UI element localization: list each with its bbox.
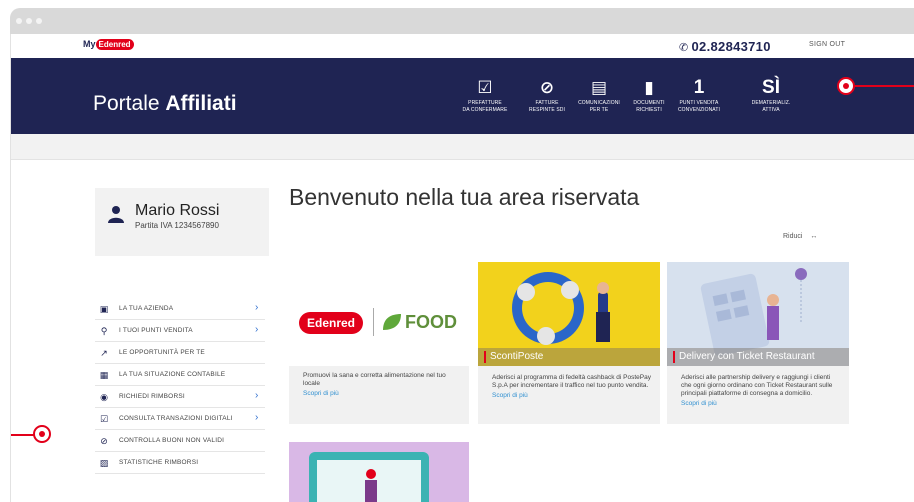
card-caption: ScontiPoste — [478, 348, 660, 366]
sidebar-item-rimborsi[interactable]: ◉ RICHIEDI RIMBORSI › — [95, 386, 265, 408]
sign-out-link[interactable]: SIGN OUT — [809, 41, 845, 48]
stat-label-line1: DEMATERIALIZ. — [751, 100, 791, 106]
location-pin-icon: ⚲ — [100, 326, 108, 336]
portal-title: Portale Affiliati — [93, 92, 237, 116]
card-description: Aderisci al programma di fedeltà cashbac… — [492, 374, 652, 400]
card-description-text: Aderisci al programma di fedeltà cashbac… — [492, 374, 651, 389]
sidebar-item-opportunita[interactable]: ↗ LE OPPORTUNITÀ PER TE — [95, 342, 265, 364]
portal-title-bold: Affiliati — [165, 92, 237, 115]
logo-my-text: My — [83, 39, 96, 49]
sidebar-item-punti-vendita[interactable]: ⚲ I TUOI PUNTI VENDITA › — [95, 320, 265, 342]
scontiposte-card-image: ScontiPoste — [478, 262, 660, 366]
portal-title-light: Portale — [93, 92, 166, 115]
promo-card-scontiposte[interactable]: ScontiPoste Aderisci al programma di fed… — [478, 262, 660, 424]
stat-label-line2: CONVENZIONATI — [677, 107, 721, 113]
sidebar-item-buoni-non-validi[interactable]: ⊘ CONTROLLA BUONI NON VALIDI — [95, 430, 265, 452]
edenred-logo: Edenred — [299, 312, 364, 334]
page-title: Benvenuto nella tua area riservata — [289, 184, 640, 210]
card-caption: Delivery con Ticket Restaurant — [667, 348, 849, 366]
sidebar-item-transazioni-digitali[interactable]: ☑ CONSULTA TRANSAZIONI DIGITALI › — [95, 408, 265, 430]
phone-text: 02.82843710 — [691, 39, 771, 54]
page-frame: My Edenred ✆ 02.82843710 SIGN OUT Portale … — [10, 34, 914, 502]
promo-card-food[interactable]: Edenred FOOD Promuovi la sana e corretta… — [289, 262, 469, 424]
collapse-toggle[interactable]: Riduci ↔ — [783, 233, 817, 240]
stat-value: SÌ — [762, 77, 780, 98]
delivery-card-image: Delivery con Ticket Restaurant — [667, 262, 849, 366]
chart-icon: ▨ — [99, 458, 109, 468]
promo-card-delivery[interactable]: Delivery con Ticket Restaurant Aderisci … — [667, 262, 849, 424]
callout-marker — [33, 425, 51, 443]
promo-card-partial[interactable] — [289, 442, 469, 502]
phone-icon: ✆ — [679, 42, 689, 54]
user-icon — [108, 206, 124, 223]
sidebar-item-label: CONSULTA TRANSAZIONI DIGITALI — [119, 415, 233, 422]
callout-line — [855, 85, 914, 87]
callout-marker — [837, 77, 855, 95]
discover-more-link[interactable]: Scopri di più — [303, 390, 461, 398]
sidebar-item-label: RICHIEDI RIMBORSI — [119, 393, 185, 400]
logo-divider — [373, 308, 374, 336]
card-description: Aderisci alle partnership delivery e rag… — [681, 374, 841, 408]
sidebar-item-label: CONTROLLA BUONI NON VALIDI — [119, 437, 225, 444]
check-box-icon: ☑ — [99, 414, 109, 424]
sidebar-menu: ▣ LA TUA AZIENDA › ⚲ I TUOI PUNTI VENDIT… — [95, 298, 265, 474]
stat-punti-vendita[interactable]: 1 PUNTI VENDITA CONVENZIONATI — [663, 76, 735, 114]
trend-icon: ↗ — [100, 348, 108, 358]
user-vat: Partita IVA 1234567890 — [135, 221, 219, 230]
stat-value: 1 — [693, 77, 705, 98]
collapse-label: Riduci — [783, 233, 803, 240]
card-description: Promuovi la sana e corretta alimentazion… — [303, 372, 461, 398]
user-card: Mario Rossi Partita IVA 1234567890 — [95, 188, 269, 256]
window-dot — [26, 18, 32, 24]
blocked-icon: ⊘ — [100, 436, 108, 446]
stat-dematerializzazione[interactable]: SÌ DEMATERIALIZ. ATTIVA — [735, 76, 807, 114]
sidebar-item-azienda[interactable]: ▣ LA TUA AZIENDA › — [95, 298, 265, 320]
sidebar-item-situazione-contabile[interactable]: ▦ LA TUA SITUAZIONE CONTABILE — [95, 364, 265, 386]
browser-title-bar — [10, 8, 914, 34]
chevron-right-icon: › — [255, 302, 259, 313]
my-edenred-logo[interactable]: My Edenred — [83, 39, 134, 50]
discover-more-link[interactable]: Scopri di più — [492, 392, 652, 400]
sub-bar — [11, 134, 914, 160]
stat-label-line1: PUNTI VENDITA — [679, 100, 719, 106]
window-dot — [36, 18, 42, 24]
food-logo-text: FOOD — [405, 312, 457, 332]
chevron-right-icon: › — [255, 324, 259, 335]
phone-number[interactable]: ✆ 02.82843710 — [679, 39, 771, 54]
sidebar-item-statistiche-rimborsi[interactable]: ▨ STATISTICHE RIMBORSI — [95, 452, 265, 474]
calculator-icon: ▦ — [99, 370, 109, 380]
card-description-text: Promuovi la sana e corretta alimentazion… — [303, 372, 446, 387]
top-bar: My Edenred ✆ 02.82843710 SIGN OUT — [11, 34, 914, 58]
window-dot — [16, 18, 22, 24]
sidebar-item-label: LA TUA SITUAZIONE CONTABILE — [119, 371, 226, 378]
logo-brand-text: Edenred — [95, 39, 134, 50]
sidebar-item-label: STATISTICHE RIMBORSI — [119, 459, 199, 466]
sidebar-item-label: I TUOI PUNTI VENDITA — [119, 327, 193, 334]
sidebar-item-label: LA TUA AZIENDA — [119, 305, 174, 312]
chevron-right-icon: › — [255, 390, 259, 401]
food-card-image: Edenred FOOD — [289, 262, 469, 366]
sidebar-item-label: LE OPPORTUNITÀ PER TE — [119, 349, 205, 356]
callout-line — [11, 434, 35, 436]
coins-icon: ◉ — [100, 392, 108, 402]
stat-label-line2: ATTIVA — [762, 107, 780, 113]
building-icon: ▣ — [99, 304, 109, 314]
collapse-arrows-icon: ↔ — [810, 233, 818, 240]
user-name: Mario Rossi — [135, 202, 220, 219]
chevron-right-icon: › — [255, 412, 259, 423]
main-navbar: Portale Affiliati ☑ PREFATTURE DA CONFER… — [11, 58, 914, 134]
card-description-text: Aderisci alle partnership delivery e rag… — [681, 374, 833, 397]
partial-card-illustration — [309, 452, 429, 502]
discover-more-link[interactable]: Scopri di più — [681, 400, 841, 408]
leaf-icon — [383, 314, 401, 330]
